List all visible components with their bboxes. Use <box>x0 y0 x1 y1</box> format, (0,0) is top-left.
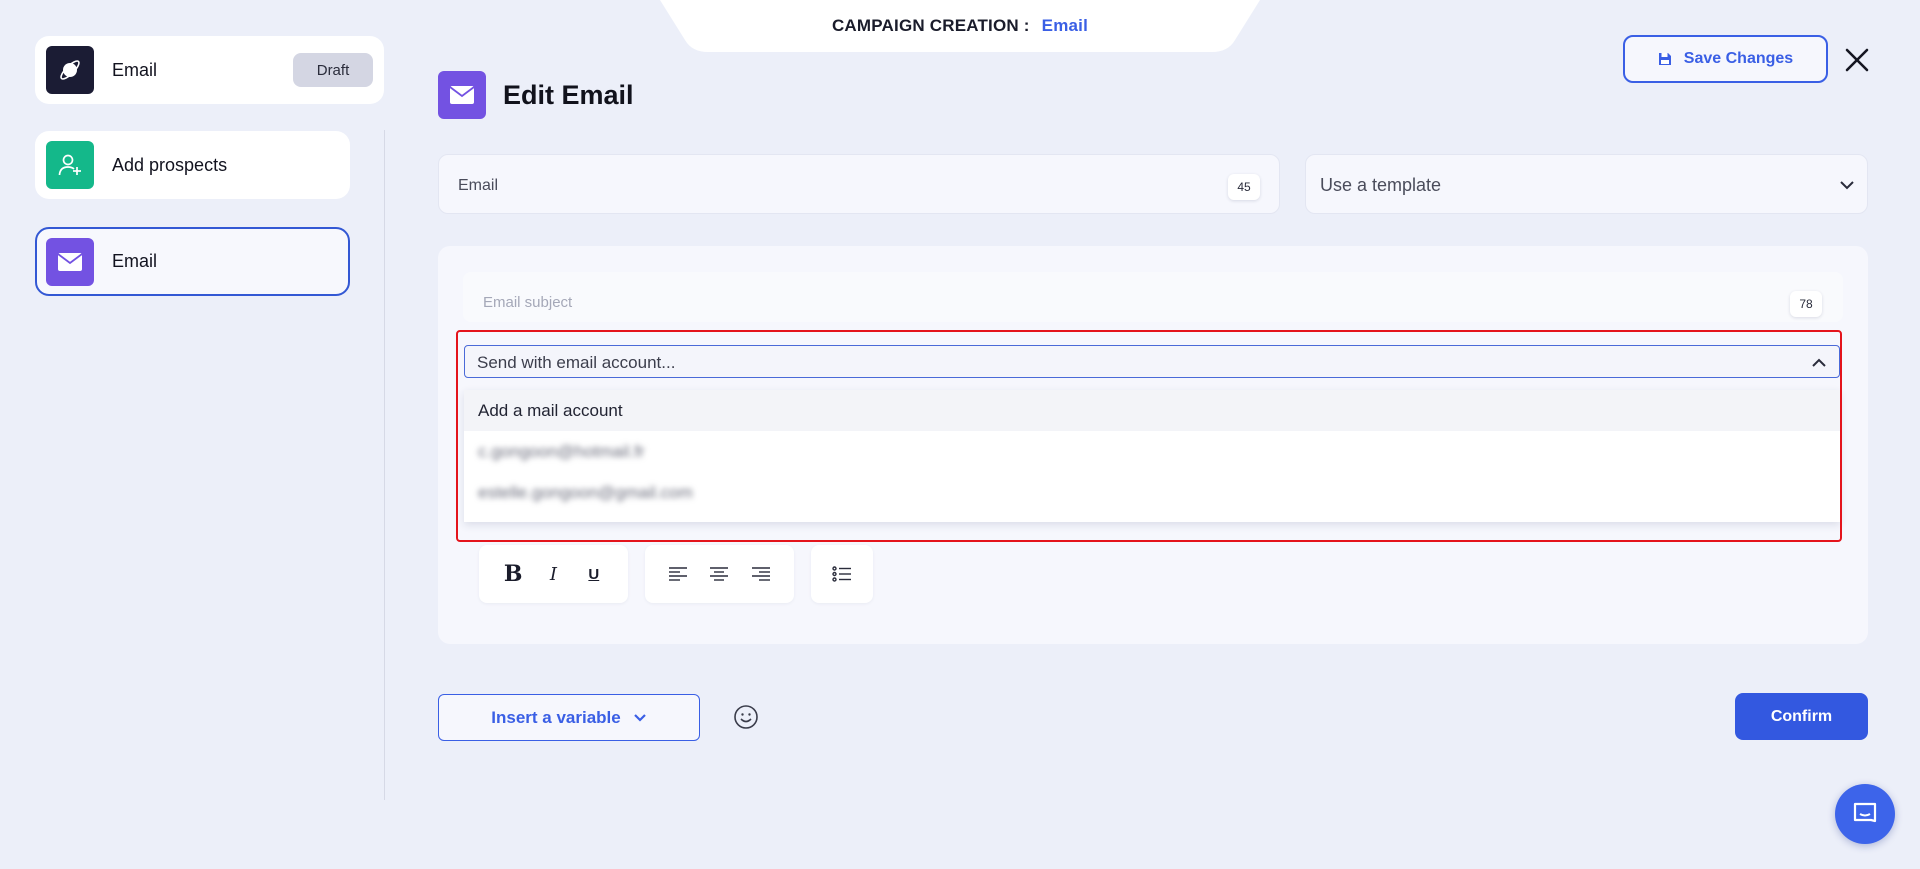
chevron-down-icon <box>1840 181 1854 190</box>
chat-support-button[interactable] <box>1835 784 1895 844</box>
align-left-icon <box>668 567 687 581</box>
align-center-button[interactable] <box>703 558 735 590</box>
close-icon[interactable] <box>1842 45 1872 75</box>
sidebar-item-label: Email <box>112 251 158 271</box>
email-account-select[interactable]: Send with email account... <box>464 345 1840 378</box>
sidebar-item-email-active[interactable]: Email <box>35 227 350 296</box>
template-select[interactable]: Use a template <box>1305 154 1868 214</box>
save-changes-button[interactable]: Save Changes <box>1623 35 1828 83</box>
insert-variable-button[interactable]: Insert a variable <box>438 694 700 741</box>
italic-button[interactable]: I <box>537 558 569 590</box>
sidebar-item-add-prospects[interactable]: Add prospects <box>35 131 350 199</box>
page-title: Edit Email <box>503 80 634 110</box>
dropdown-item-label: Add a mail account <box>478 400 623 420</box>
bold-button[interactable]: B <box>497 558 529 590</box>
dropdown-item-account[interactable]: c.gongoon@hotmail.fr <box>464 431 1840 472</box>
confirm-button[interactable]: Confirm <box>1735 693 1868 740</box>
campaign-header: CAMPAIGN CREATION : Email <box>660 0 1260 52</box>
email-name-field[interactable]: Email <box>438 154 1280 214</box>
emoji-icon[interactable] <box>733 704 759 730</box>
template-placeholder: Use a template <box>1320 175 1442 195</box>
envelope-icon <box>46 237 94 286</box>
bullet-list-button[interactable] <box>826 558 858 590</box>
align-right-icon <box>752 567 771 581</box>
align-right-button[interactable] <box>745 558 777 590</box>
header-label: CAMPAIGN CREATION : <box>831 16 1030 35</box>
sidebar-item-label: Email <box>112 59 158 80</box>
name-char-counter: 45 <box>1228 174 1260 200</box>
bullet-list-icon <box>832 566 851 582</box>
planet-icon <box>46 46 94 94</box>
email-subject-placeholder: Email subject <box>483 294 573 311</box>
envelope-icon <box>438 71 486 119</box>
dropdown-item-account[interactable]: estelle.gongoon@gmail.com <box>464 472 1840 513</box>
email-account-placeholder: Send with email account... <box>477 353 676 372</box>
email-name-placeholder: Email <box>458 177 499 194</box>
text-style-toolbar: B I U <box>479 545 628 603</box>
underline-button[interactable]: U <box>578 558 610 590</box>
floppy-disk-icon <box>1658 53 1671 65</box>
status-badge: Draft <box>293 53 373 87</box>
header-accent: Email <box>1041 16 1089 35</box>
chat-icon <box>1853 802 1877 823</box>
chevron-up-icon <box>1812 358 1826 367</box>
dropdown-item-add-account[interactable]: Add a mail account <box>464 390 1840 431</box>
add-user-icon <box>46 141 94 189</box>
align-center-icon <box>710 567 729 581</box>
dropdown-item-label: c.gongoon@hotmail.fr <box>478 441 645 461</box>
list-toolbar <box>811 545 873 603</box>
dropdown-item-label: estelle.gongoon@gmail.com <box>478 482 693 502</box>
chevron-down-icon <box>633 713 646 722</box>
sidebar-item-email-draft[interactable]: Email Draft <box>35 36 384 104</box>
alignment-toolbar <box>645 545 794 603</box>
sidebar-divider <box>384 130 385 800</box>
subject-char-counter: 78 <box>1790 291 1822 317</box>
sidebar-item-label: Add prospects <box>112 154 228 175</box>
align-left-button[interactable] <box>662 558 694 590</box>
save-changes-label: Save Changes <box>1683 50 1794 67</box>
email-account-dropdown: Add a mail account c.gongoon@hotmail.fr … <box>464 390 1840 522</box>
insert-variable-label: Insert a variable <box>491 707 621 727</box>
email-subject-field[interactable]: Email subject <box>463 272 1843 322</box>
